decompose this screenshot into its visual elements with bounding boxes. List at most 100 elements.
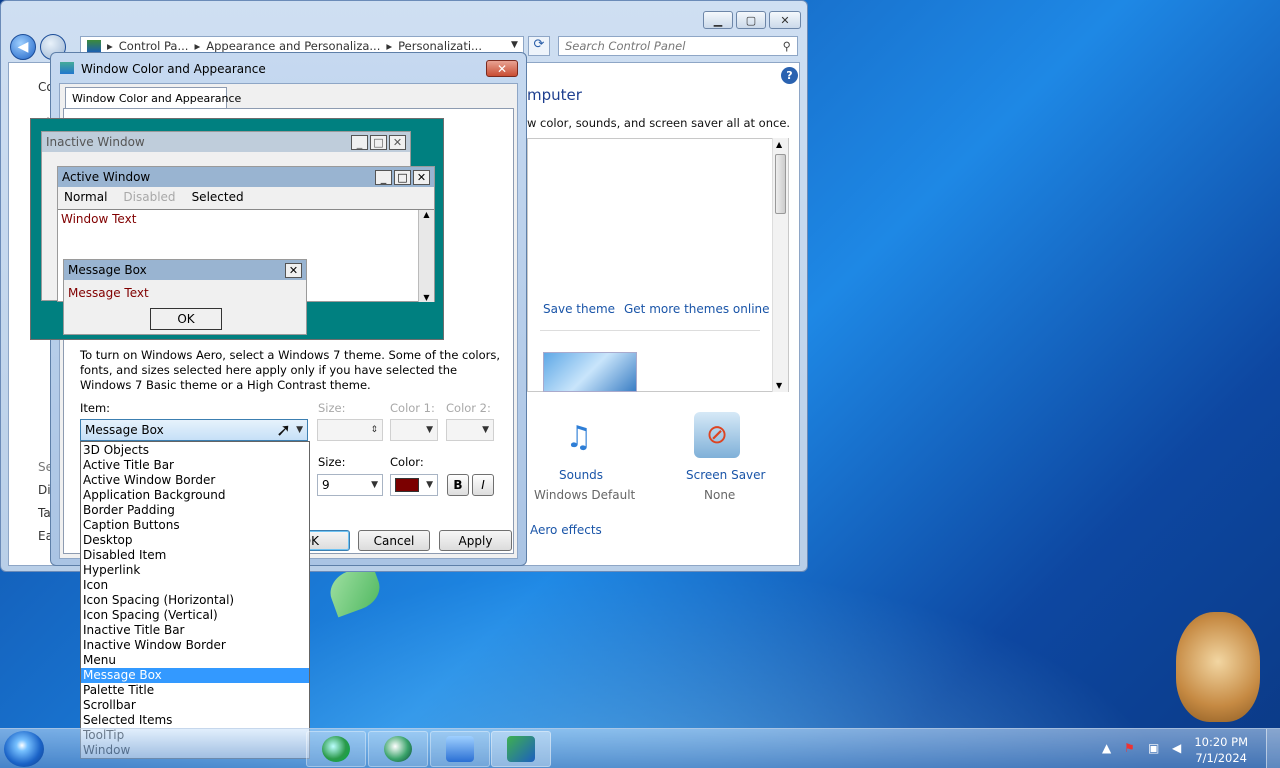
font-size-select[interactable]: 9 ▼ xyxy=(317,474,383,496)
dropdown-item[interactable]: Disabled Item xyxy=(81,548,309,563)
theme-scrollbar[interactable]: ▲ ▼ xyxy=(772,138,788,392)
hamster-gadget[interactable] xyxy=(1176,612,1260,722)
preview-menu-disabled: Disabled xyxy=(123,190,176,204)
sidebar-link-taskbar[interactable]: Ta xyxy=(38,506,51,520)
breadcrumb-control-panel[interactable]: Control Pa... xyxy=(119,39,189,53)
font-size-label: Size: xyxy=(318,455,346,469)
taskbar-control-panel[interactable] xyxy=(430,731,490,767)
bold-button[interactable]: B xyxy=(447,474,469,496)
folder-icon xyxy=(87,40,101,52)
size-label: Size: xyxy=(318,401,346,415)
color1-label: Color 1: xyxy=(390,401,435,415)
clock[interactable]: 10:20 PM 7/1/2024 xyxy=(1194,734,1248,766)
dropdown-item[interactable]: 3D Objects xyxy=(81,443,309,458)
back-arrow-icon: ◀ xyxy=(17,39,29,55)
sounds-icon[interactable]: ♫ xyxy=(555,412,603,462)
dropdown-item[interactable]: Message Box xyxy=(81,668,309,683)
dialog-title: Window Color and Appearance xyxy=(81,62,266,76)
search-placeholder: Search Control Panel xyxy=(565,39,686,53)
dropdown-item[interactable]: Border Padding xyxy=(81,503,309,518)
item-dropdown-list[interactable]: 3D Objects Active Title Bar Active Window … xyxy=(80,441,310,759)
media-center-icon xyxy=(384,736,412,762)
sounds-link[interactable]: Sounds xyxy=(559,468,603,482)
media-player-icon xyxy=(322,736,350,762)
dropdown-item[interactable]: Application Background xyxy=(81,488,309,503)
address-dropdown-icon[interactable]: ▼ xyxy=(511,40,518,50)
font-color-swatch xyxy=(395,478,419,492)
color1-picker[interactable]: ▼ xyxy=(390,419,438,441)
screen-saver-link[interactable]: Screen Saver xyxy=(686,468,765,482)
dialog-close-button[interactable]: ✕ xyxy=(486,60,518,77)
item-select-value: Message Box xyxy=(85,423,164,437)
start-button[interactable] xyxy=(4,731,44,767)
dialog-icon xyxy=(60,62,74,74)
item-label: Item: xyxy=(80,401,111,415)
taskbar-appearance[interactable] xyxy=(491,731,551,767)
action-center-icon[interactable]: ⚑ xyxy=(1124,741,1135,755)
get-more-themes-link[interactable]: Get more themes online xyxy=(624,302,770,316)
clock-time: 10:20 PM xyxy=(1194,735,1248,749)
dropdown-item[interactable]: Hyperlink xyxy=(81,563,309,578)
mouse-cursor-icon: ➚ xyxy=(276,420,292,441)
font-color-picker[interactable]: ▼ xyxy=(390,474,438,496)
cancel-button[interactable]: Cancel xyxy=(358,530,430,551)
preview-window-text: Window Text xyxy=(61,212,137,226)
preview-active-title: Active Window xyxy=(62,170,151,184)
taskbar-media-player[interactable] xyxy=(306,731,366,767)
chevron-down-icon: ▼ xyxy=(296,425,303,435)
page-heading: mputer xyxy=(527,86,582,104)
theme-thumbnail[interactable] xyxy=(543,352,637,392)
show-desktop-button[interactable] xyxy=(1266,729,1280,768)
dropdown-item[interactable]: Active Title Bar xyxy=(81,458,309,473)
taskbar: ▲ ⚑ ▣ ◀ 10:20 PM 7/1/2024 xyxy=(0,728,1280,768)
aero-effects-link[interactable]: Aero effects xyxy=(530,523,602,537)
dropdown-item[interactable]: Desktop xyxy=(81,533,309,548)
preview-menu-bar: Normal Disabled Selected xyxy=(58,187,434,207)
color2-picker[interactable]: ▼ xyxy=(446,419,494,441)
maximize-button[interactable]: ▢ xyxy=(736,11,766,29)
save-theme-link[interactable]: Save theme xyxy=(543,302,615,316)
dropdown-item[interactable]: Caption Buttons xyxy=(81,518,309,533)
dropdown-item[interactable]: Palette Title xyxy=(81,683,309,698)
dropdown-item[interactable]: Icon Spacing (Horizontal) xyxy=(81,593,309,608)
preview-msgbox-title: Message Box xyxy=(68,263,147,277)
dropdown-item[interactable]: Icon Spacing (Vertical) xyxy=(81,608,309,623)
appearance-preview: Inactive Window _ □ ✕ Active Window _ □ ✕ No… xyxy=(30,118,444,340)
dropdown-item[interactable]: Icon xyxy=(81,578,309,593)
close-button[interactable]: ✕ xyxy=(769,11,801,29)
dropdown-item[interactable]: Active Window Border xyxy=(81,473,309,488)
italic-button[interactable]: I xyxy=(472,474,494,496)
search-input[interactable]: Search Control Panel ⚲ xyxy=(558,36,798,56)
dropdown-item[interactable]: Inactive Title Bar xyxy=(81,623,309,638)
help-icon[interactable]: ? xyxy=(781,67,798,84)
tab-window-color[interactable]: Window Color and Appearance xyxy=(65,87,241,109)
preview-msgbox-text: Message Text xyxy=(68,286,149,300)
minimize-button[interactable]: ▁ xyxy=(703,11,733,29)
scroll-thumb[interactable] xyxy=(775,154,786,214)
sounds-value: Windows Default xyxy=(534,488,636,502)
breadcrumb-personalization[interactable]: Personalizati... xyxy=(398,39,482,53)
preview-message-box: Message Box ✕ Message Text OK xyxy=(63,259,307,335)
control-panel-icon xyxy=(446,736,474,762)
breadcrumb-appearance[interactable]: Appearance and Personaliza... xyxy=(206,39,380,53)
show-hidden-icons[interactable]: ▲ xyxy=(1102,741,1111,755)
item-select[interactable]: Message Box ▼ xyxy=(80,419,308,441)
screen-saver-icon[interactable]: ⊘ xyxy=(694,412,740,458)
preview-msgbox-ok: OK xyxy=(150,308,222,330)
aero-info-text: To turn on Windows Aero, select a Window… xyxy=(80,348,501,392)
page-subtext: w color, sounds, and screen saver all at… xyxy=(527,116,791,130)
volume-icon[interactable]: ◀ xyxy=(1172,741,1181,755)
dropdown-item[interactable]: Inactive Window Border xyxy=(81,638,309,653)
preview-inactive-title: Inactive Window xyxy=(46,135,145,149)
dropdown-item[interactable]: Menu xyxy=(81,653,309,668)
item-size-spinner[interactable]: ⇕ xyxy=(317,419,383,441)
dropdown-item[interactable]: Selected Items xyxy=(81,713,309,728)
taskbar-media-center[interactable] xyxy=(368,731,428,767)
preview-menu-normal: Normal xyxy=(64,190,108,204)
back-button[interactable]: ◀ xyxy=(10,34,36,60)
font-size-value: 9 xyxy=(322,478,330,492)
refresh-icon[interactable]: ⟳ xyxy=(528,36,550,56)
network-icon[interactable]: ▣ xyxy=(1148,741,1159,755)
apply-button[interactable]: Apply xyxy=(439,530,512,551)
dropdown-item[interactable]: Scrollbar xyxy=(81,698,309,713)
